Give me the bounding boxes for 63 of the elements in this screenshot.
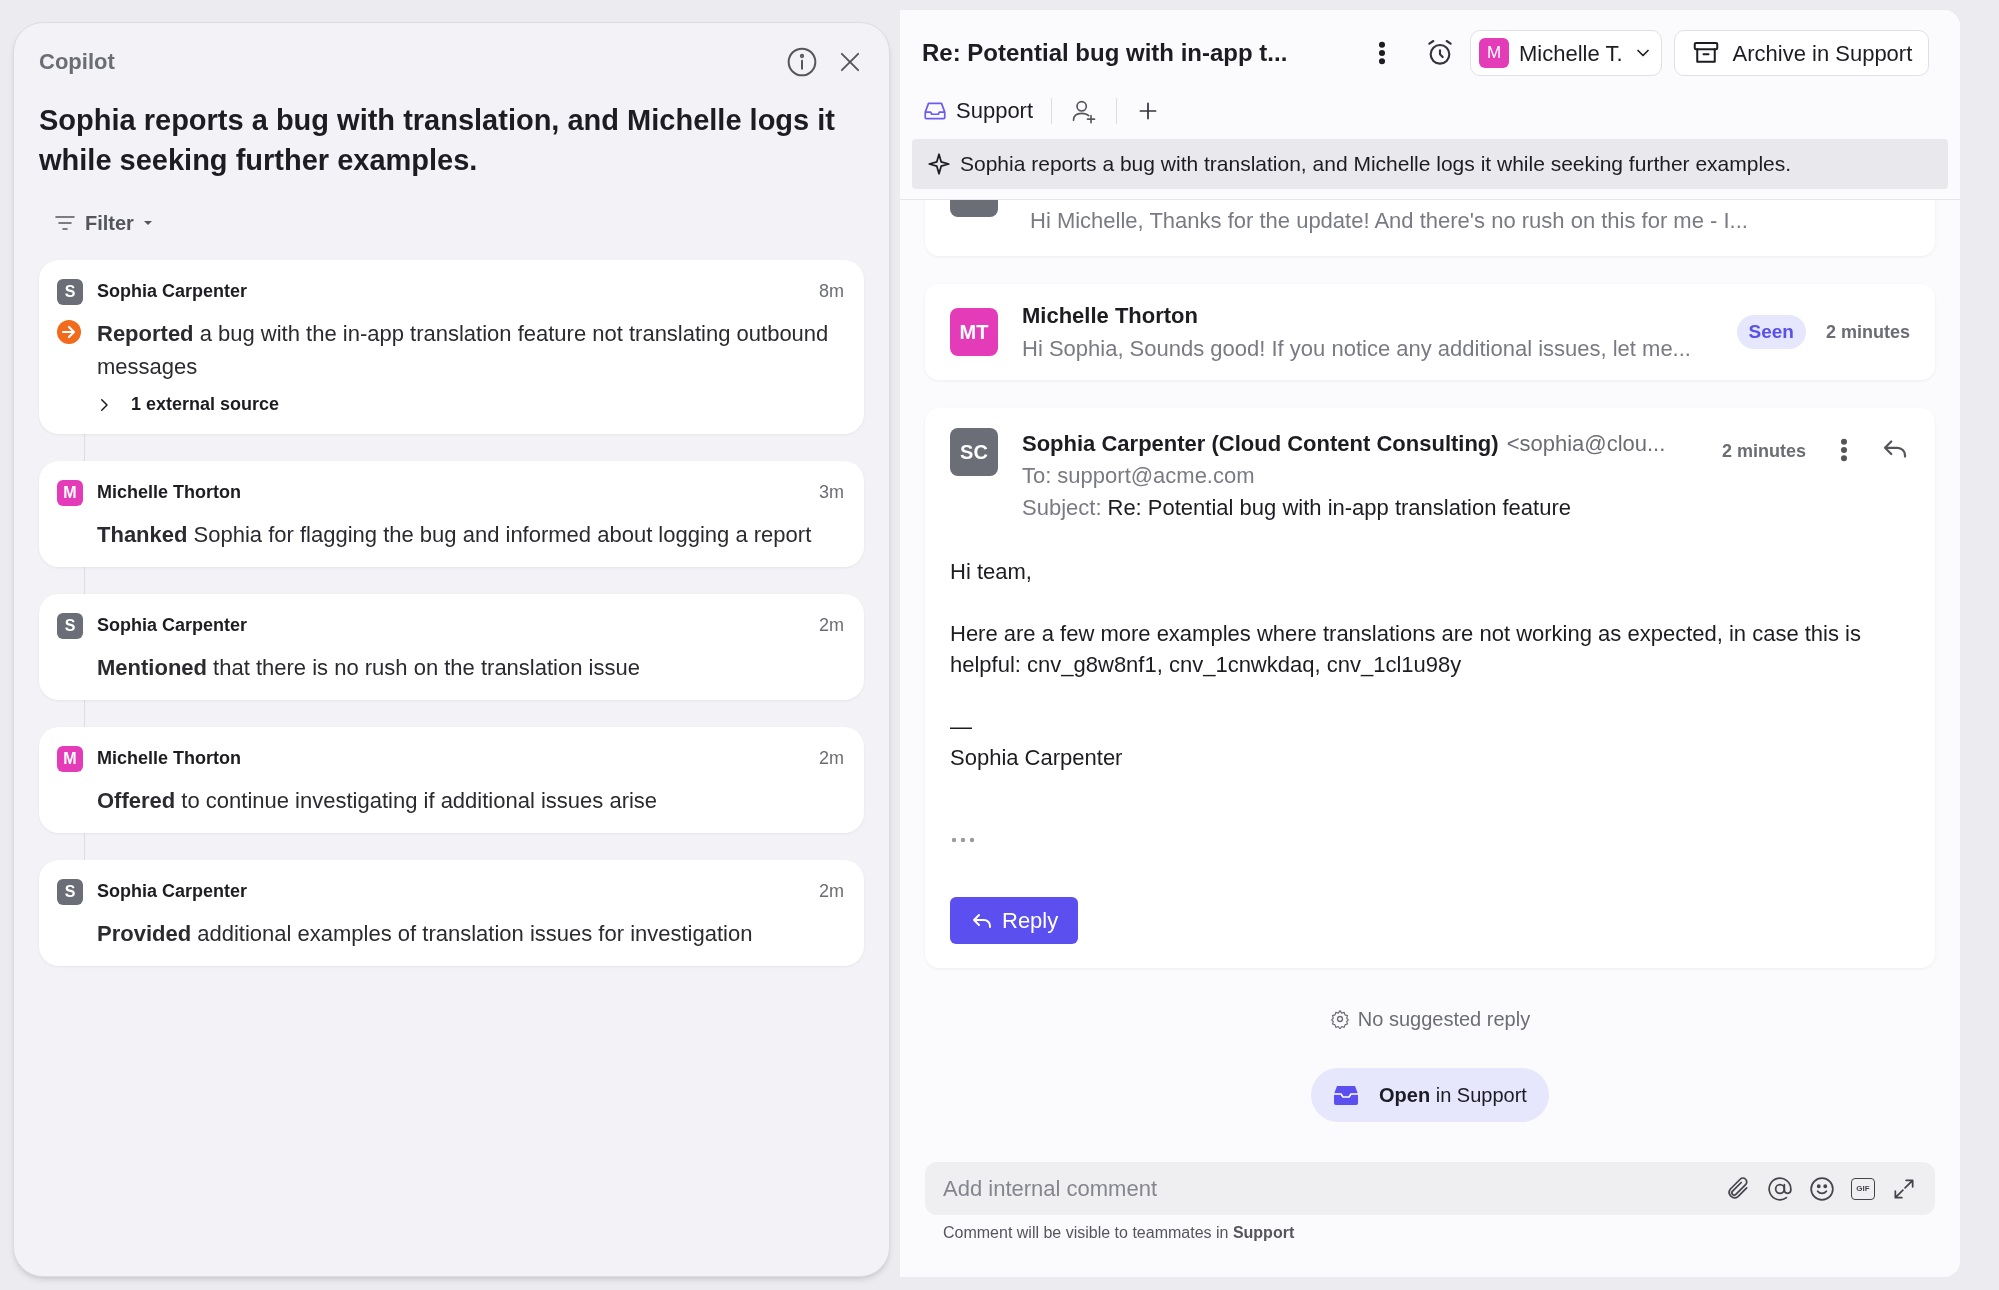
- panel-title: Copilot: [39, 48, 115, 76]
- event-summary: Offered to continue investigating if additional issues arise: [97, 787, 658, 815]
- email-paragraph: Here are a few more examples where translations are not working as expected, in case this is helpful: cnv_g8w8nf1, cnv_1cnwkdaq, cnv_1cl1u98y: [950, 620, 1862, 679]
- message-time: 2 minutes: [1721, 440, 1806, 463]
- sparkle-icon: [926, 151, 952, 177]
- seen-badge: Seen: [1736, 314, 1806, 350]
- gear-icon: [1329, 1009, 1350, 1029]
- info-icon[interactable]: [786, 45, 818, 78]
- assignee-avatar: M: [1479, 38, 1509, 68]
- signature-name: Sophia Carpenter: [950, 744, 1124, 772]
- author-name: Sophia Carpenter: [97, 614, 248, 637]
- comment-field[interactable]: Add internal comment GIF: [925, 1162, 1935, 1215]
- at-sign-icon[interactable]: [1767, 1175, 1793, 1202]
- sender-avatar: MT: [950, 308, 998, 356]
- event-time: 2m: [819, 880, 844, 903]
- author-avatar: M: [57, 479, 83, 506]
- sender-name: Sophia Carpenter (Cloud Content Consulting): [1022, 430, 1499, 458]
- event-summary: Reported a bug with the in-app translation feature not translating outbound messages: [97, 320, 830, 381]
- signature-rule: —: [950, 713, 973, 741]
- event-time: 2m: [819, 614, 844, 637]
- sender-name: Michelle Thorton: [1022, 302, 1199, 330]
- email-paragraph: Hi team,: [950, 558, 1033, 586]
- message-card[interactable]: MT Michelle Thorton Hi Sophia, Sounds good! If you notice any additional issues, let me... Seen 2 minutes: [925, 284, 1935, 380]
- gif-button[interactable]: GIF: [1851, 1177, 1875, 1200]
- conversation-title: Re: Potential bug with in-app t...: [922, 38, 1289, 68]
- sender-avatar: SC: [950, 428, 998, 476]
- comment-note: Comment will be visible to teammates in Support: [943, 1223, 1296, 1243]
- event-summary: Provided additional examples of translation issues for investigation: [97, 920, 753, 948]
- event-time: 3m: [819, 481, 844, 504]
- message-card[interactable]: Hi Michelle, Thanks for the update! And there's no rush on this for me - I...: [925, 200, 1935, 256]
- message-preview: Hi Sophia, Sounds good! If you notice any additional issues, let me...: [1022, 335, 1691, 363]
- subject-label: Subject:: [1022, 494, 1102, 522]
- author-name: Sophia Carpenter: [97, 280, 248, 303]
- author-name: Sophia Carpenter: [97, 880, 248, 903]
- to-label: To:: [1022, 462, 1052, 490]
- sender-email: <sophia@clou...: [1506, 430, 1666, 458]
- recipient-address: support@acme.com: [1057, 462, 1255, 490]
- event-summary: Thanked Sophia for flagging the bug and informed about logging a report: [97, 521, 812, 549]
- no-suggestion-text: No suggested reply: [1357, 1007, 1531, 1032]
- author-name: Michelle Thorton: [97, 481, 241, 504]
- filter-button[interactable]: Filter: [39, 202, 168, 244]
- event-time: 8m: [819, 280, 844, 303]
- open-in-support-button[interactable]: Open in Support: [1311, 1068, 1549, 1122]
- author-avatar: M: [57, 745, 83, 772]
- event-time: 2m: [819, 747, 844, 770]
- message-time: 2 minutes: [1825, 320, 1910, 344]
- message-preview: Hi Michelle, Thanks for the update! And there's no rush on this for me - I...: [1030, 206, 1748, 235]
- smiley-icon[interactable]: [1809, 1175, 1835, 1202]
- author-name: Michelle Thorton: [97, 747, 241, 770]
- summary-heading: Sophia reports a bug with translation, and Michelle logs it while seeking further examples.: [39, 103, 836, 178]
- inbox-tray-icon: [1333, 1084, 1360, 1106]
- event-summary: Mentioned that there is no rush on the translation issue: [97, 654, 640, 682]
- reply-button[interactable]: Reply: [950, 897, 1079, 944]
- inbox-tag[interactable]: Support: [922, 94, 1034, 127]
- summary-text: Sophia reports a bug with translation, and Michelle logs it while seeking further examples.: [960, 151, 1792, 178]
- archive-button[interactable]: Archive in Support: [1673, 30, 1930, 76]
- author-avatar: S: [57, 278, 83, 305]
- source-toggle[interactable]: 1 external source: [95, 391, 280, 418]
- author-avatar: S: [57, 612, 83, 639]
- email-subject: Re: Potential bug with in-app translation feature: [1107, 494, 1571, 522]
- author-avatar: S: [57, 878, 83, 905]
- assignee-dropdown[interactable]: M Michelle T.: [1470, 30, 1662, 76]
- ellipsis-icon[interactable]: [950, 835, 976, 845]
